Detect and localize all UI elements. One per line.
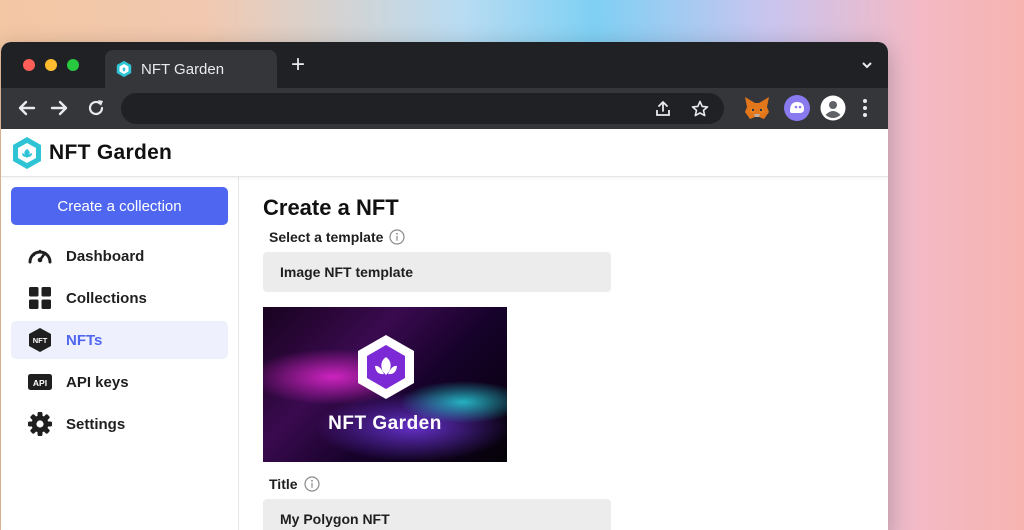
preview-image-text: NFT Garden	[328, 413, 442, 434]
sidebar: Create a collection Dashboard Collection…	[1, 177, 239, 530]
bookmark-star-icon[interactable]	[691, 100, 709, 118]
nft-garden-favicon-icon	[116, 60, 132, 78]
sidebar-item-label: NFTs	[66, 331, 103, 349]
app-header: NFT Garden	[1, 129, 888, 177]
main-panel: Create a NFT Select a template Image NFT…	[239, 177, 888, 530]
info-icon[interactable]	[389, 229, 405, 245]
sidebar-item-collections[interactable]: Collections	[11, 279, 228, 317]
sidebar-item-label: API keys	[66, 373, 129, 391]
maximize-window-button[interactable]	[67, 59, 79, 71]
reload-icon[interactable]	[85, 97, 107, 119]
svg-text:NFT: NFT	[33, 336, 48, 345]
browser-tab[interactable]: NFT Garden	[105, 50, 277, 88]
metamask-fox-icon[interactable]	[743, 94, 771, 122]
gear-icon	[27, 411, 53, 437]
template-select[interactable]: Image NFT template	[263, 252, 611, 292]
title-label-text: Title	[269, 476, 298, 492]
create-collection-button[interactable]: Create a collection	[11, 187, 228, 225]
share-icon[interactable]	[654, 100, 672, 118]
grid-icon	[27, 285, 53, 311]
title-field-label: Title	[269, 476, 888, 492]
close-window-button[interactable]	[23, 59, 35, 71]
sidebar-item-label: Collections	[66, 289, 147, 307]
profile-avatar-icon[interactable]	[819, 94, 847, 122]
more-menu-icon[interactable]	[851, 94, 879, 122]
sidebar-item-settings[interactable]: Settings	[11, 405, 228, 443]
nft-garden-logo-icon[interactable]	[11, 136, 43, 170]
tab-title: NFT Garden	[141, 60, 225, 78]
nft-preview-image: NFT Garden	[263, 307, 507, 462]
minimize-window-button[interactable]	[45, 59, 57, 71]
brand-name[interactable]: NFT Garden	[49, 141, 172, 165]
back-arrow-icon[interactable]	[15, 97, 37, 119]
nft-hexagon-icon: NFT	[27, 327, 53, 353]
api-key-icon: API	[27, 369, 53, 395]
sidebar-item-nfts[interactable]: NFT NFTs	[11, 321, 228, 359]
svg-text:API: API	[33, 378, 47, 388]
title-input[interactable]: My Polygon NFT	[263, 499, 611, 530]
page-title: Create a NFT	[263, 195, 399, 220]
forward-arrow-icon[interactable]	[49, 97, 71, 119]
browser-titlebar: NFT Garden +	[1, 42, 888, 88]
browser-window: NFT Garden + NFT Garden Create a collect…	[1, 42, 888, 530]
chevron-down-icon[interactable]	[862, 60, 872, 70]
template-field-label: Select a template	[269, 229, 888, 245]
ghost-extension-icon[interactable]	[783, 94, 811, 122]
browser-toolbar	[1, 88, 888, 129]
dashboard-gauge-icon	[27, 243, 53, 269]
sidebar-item-api-keys[interactable]: API API keys	[11, 363, 228, 401]
new-tab-button[interactable]: +	[291, 53, 305, 77]
app-content: Create a collection Dashboard Collection…	[1, 177, 888, 530]
address-bar[interactable]	[121, 93, 724, 124]
template-label-text: Select a template	[269, 229, 384, 245]
sidebar-item-label: Settings	[66, 415, 126, 433]
info-icon[interactable]	[303, 476, 320, 492]
sidebar-item-label: Dashboard	[66, 247, 145, 265]
sidebar-item-dashboard[interactable]: Dashboard	[11, 237, 228, 275]
nft-garden-logo-icon	[358, 335, 414, 399]
